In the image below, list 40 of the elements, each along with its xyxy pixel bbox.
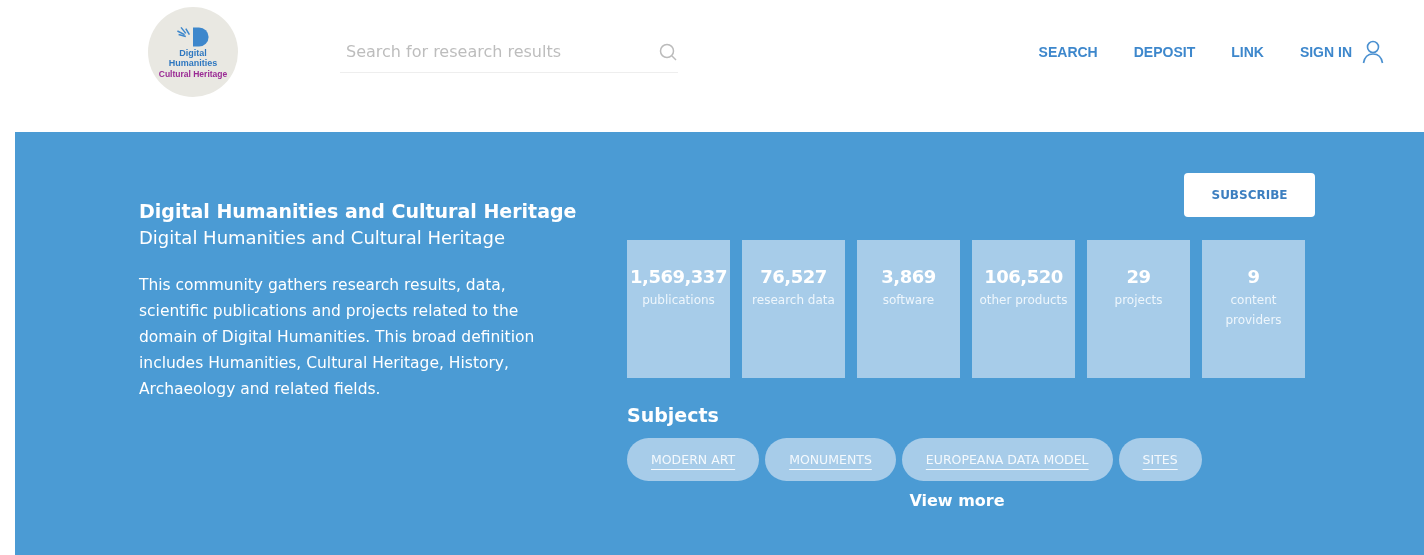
nav-link[interactable]: SEARCH: [1038, 44, 1098, 60]
stat-value: 29: [1126, 266, 1151, 287]
sign-in-link[interactable]: SIGN IN: [1299, 44, 1352, 60]
logo-text: Digital: [179, 48, 207, 59]
logo-icon: [175, 24, 211, 49]
user-icon[interactable]: [1362, 40, 1384, 64]
community-title: Digital Humanities and Cultural Heritage: [139, 200, 578, 222]
subject-tag[interactable]: MODERN ART: [627, 438, 760, 481]
stat-label: research data: [751, 292, 836, 309]
search-icon[interactable]: [658, 41, 678, 62]
stat-tile[interactable]: 3,869 software: [857, 240, 960, 378]
search-field[interactable]: Search for research results: [340, 36, 658, 67]
community-subtitle: Digital Humanities and Cultural Heritage: [139, 227, 507, 248]
stat-label: other products: [978, 292, 1069, 309]
subject-tag[interactable]: EUROPEANA DATA MODEL: [901, 438, 1113, 481]
stat-value: 9: [1247, 266, 1260, 287]
nav-link[interactable]: LINK: [1231, 44, 1264, 60]
stat-tile[interactable]: 29 projects: [1087, 240, 1190, 378]
stat-tile[interactable]: 9 content providers: [1202, 240, 1305, 378]
stat-value: 76,527: [760, 266, 827, 287]
stat-value: 106,520: [984, 266, 1063, 287]
stat-label: software: [881, 292, 936, 309]
view-more-link[interactable]: View more: [909, 491, 1005, 510]
subjects-heading: Subjects: [627, 404, 720, 426]
stat-label: content providers: [1224, 292, 1283, 329]
stat-value: 3,869: [881, 266, 936, 287]
stat-tile[interactable]: 76,527 research data: [742, 240, 845, 378]
stat-label: projects: [1113, 292, 1164, 309]
stat-tile[interactable]: 106,520 other products: [972, 240, 1075, 378]
nav-link[interactable]: DEPOSIT: [1133, 44, 1196, 60]
subject-tag[interactable]: SITES: [1118, 438, 1202, 481]
logo-text: Cultural Heritage: [158, 69, 228, 80]
logo[interactable]: Digital Humanities Cultural Heritage: [148, 7, 238, 97]
subject-tag[interactable]: MONUMENTS: [765, 438, 896, 481]
community-description: This community gathers research results, data, scientific publications and projects related to the domain of Digital Humanities. This broad definition includes Humanities, Cultural Heritage, History, Archaeology and related fields.: [139, 275, 536, 400]
stat-label: publications: [641, 292, 716, 309]
subscribe-button[interactable]: SUBSCRIBE: [1184, 173, 1315, 217]
stat-value: 1,569,337: [630, 266, 727, 287]
logo-text: Humanities: [168, 58, 218, 69]
stat-tile[interactable]: 1,569,337 publications: [627, 240, 730, 378]
